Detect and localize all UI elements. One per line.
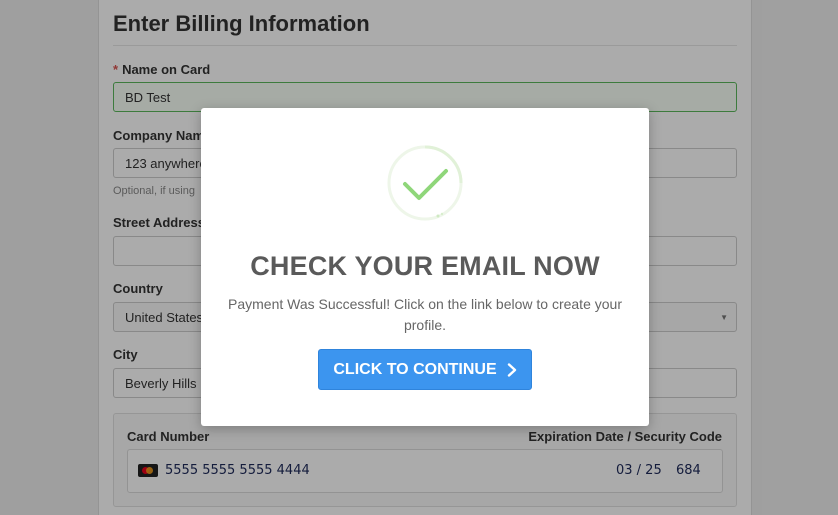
continue-button[interactable]: CLICK TO CONTINUE: [318, 349, 532, 390]
continue-button-label: CLICK TO CONTINUE: [333, 360, 497, 378]
checkmark-circle-icon: [387, 145, 463, 221]
success-modal: CHECK YOUR EMAIL NOW Payment Was Success…: [201, 108, 649, 426]
modal-title: CHECK YOUR EMAIL NOW: [250, 251, 600, 281]
chevron-right-icon: [507, 362, 516, 377]
modal-message: Payment Was Successful! Click on the lin…: [228, 296, 622, 333]
